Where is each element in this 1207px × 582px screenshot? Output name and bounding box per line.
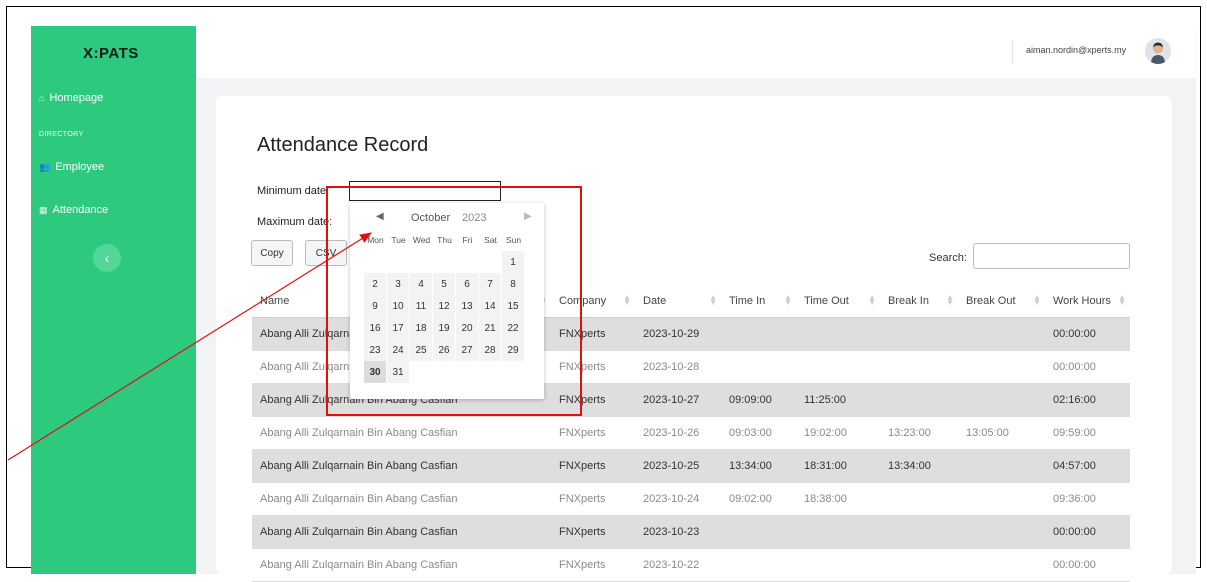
annotation-arrow — [7, 232, 373, 461]
